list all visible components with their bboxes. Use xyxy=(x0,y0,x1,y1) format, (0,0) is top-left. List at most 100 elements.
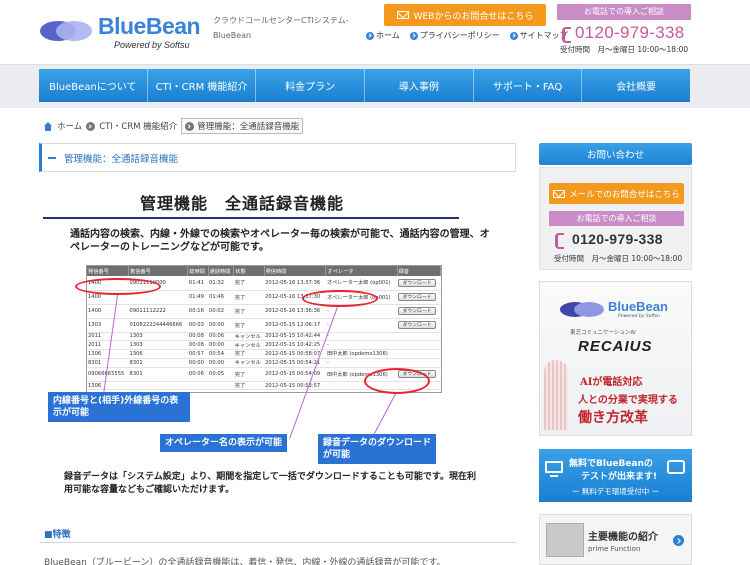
table-cell xyxy=(397,340,441,351)
table-cell: 0108222244446666 xyxy=(128,318,188,333)
table-cell: 00:16 xyxy=(187,304,209,319)
table-row: 8301 8301 00:00 00:00 キャンセル 2012-05-15 00:54:… xyxy=(87,358,441,368)
col-caller: 発信番号 xyxy=(87,266,130,276)
table-cell: ダウンロード xyxy=(397,318,441,333)
col-record: 録音 xyxy=(397,266,441,276)
download-button[interactable]: ダウンロード xyxy=(398,293,437,301)
table-cell xyxy=(397,332,441,342)
free-trial-banner[interactable]: 無料でBlueBeanの テストが出来ます! ー 無料デモ環境受付中 ー xyxy=(539,449,692,502)
minus-icon xyxy=(48,156,56,159)
breadcrumb: ホーム CTI・CRM 機能紹介 管理機能：全通話録音機能 xyxy=(43,118,304,134)
nav-about[interactable]: BlueBeanについて xyxy=(39,69,148,102)
sidebar-tel-number[interactable]: 0120-979-338 xyxy=(554,231,663,249)
table-cell: 完了 xyxy=(233,381,265,391)
function-thumbnail xyxy=(546,523,584,557)
tel-hours: 受付時間 月～金曜日 10:00～18:00 xyxy=(560,45,689,54)
sidebar-tel-digits: 0120-979-338 xyxy=(572,231,663,247)
table-cell: 完了 xyxy=(233,304,265,319)
features-text: BlueBean（ブルービーン）の全通話録音機能は、着信・発信、内線・外線の通話… xyxy=(44,558,446,565)
banner-recaius-name: RECAIUS xyxy=(578,338,653,355)
title-divider xyxy=(43,217,459,219)
arrow-circle-icon xyxy=(409,31,418,40)
link-home[interactable]: ホーム xyxy=(366,30,400,41)
web-contact-button[interactable]: WEBからのお問合せはこちら xyxy=(384,4,546,26)
chevron-right-icon xyxy=(86,121,96,131)
callout-download: 録音データのダウンロードが可能 xyxy=(318,434,436,464)
table-cell: ダウンロード xyxy=(397,290,441,305)
prime-function-banner[interactable]: 主要機能の紹介 prime Function xyxy=(539,514,692,565)
download-button[interactable]: ダウンロード xyxy=(398,307,437,315)
banner-bluebean-logo: BlueBean Powered by Softsu xyxy=(560,296,672,322)
banner-toshiba-label: 東芝コミュニケーションAI xyxy=(570,330,636,336)
section-title-features: ■特徴 xyxy=(44,530,71,540)
table-cell xyxy=(397,358,441,368)
computer-icon xyxy=(545,461,563,477)
col-operator: オペレータ xyxy=(325,266,398,276)
table-cell: 01:46 xyxy=(208,290,234,305)
header-tel-box: お電話での導入ご相談 0120-979-338 受付時間 月～金曜日 10:00… xyxy=(557,4,691,59)
tel-number[interactable]: 0120-979-338 xyxy=(557,23,691,43)
logo-mark-overlay xyxy=(56,21,92,41)
col-talk: 通話時間 xyxy=(208,266,235,276)
table-cell: 00:00 xyxy=(208,340,234,351)
phone-icon xyxy=(554,232,564,249)
nav-pricing[interactable]: 料金プラン xyxy=(256,69,366,102)
arrow-circle-icon xyxy=(509,31,518,40)
table-row: 1306 1306 00:57 00:54 完了 2012-05-15 00:58:07 田… xyxy=(87,349,441,359)
table-cell: 00:08 xyxy=(187,332,209,342)
table-cell xyxy=(187,381,209,391)
chevron-right-icon xyxy=(185,121,195,131)
table-cell: 00:00 xyxy=(187,358,209,368)
table-cell: 1306 xyxy=(87,381,129,391)
bluebean-logo[interactable]: BlueBean Powered by Softsu xyxy=(40,10,210,50)
table-cell: ダウンロード xyxy=(397,304,441,319)
nav-support[interactable]: サポート・FAQ xyxy=(474,69,583,102)
table-cell: - xyxy=(325,332,398,342)
sidebar-mail-label: メールでのお問合せはこちら xyxy=(569,189,680,200)
link-home-label: ホーム xyxy=(376,31,400,40)
table-cell: キャンセル xyxy=(233,340,265,351)
mail-icon xyxy=(396,11,409,19)
link-privacy[interactable]: プライバシーポリシー xyxy=(409,30,500,41)
table-cell: 00:54 xyxy=(208,349,234,359)
callout-operator-name: オペレーター名の表示が可能 xyxy=(160,434,288,452)
table-cell: 1306 xyxy=(128,349,188,359)
download-button[interactable]: ダウンロード xyxy=(398,321,437,329)
banner-logo-name: BlueBean xyxy=(608,299,668,314)
banner-line-2: 人との分業で実現する xyxy=(578,395,678,406)
table-cell: 2011 xyxy=(87,340,129,351)
breadcrumb-home[interactable]: ホーム xyxy=(57,120,82,132)
callout-extension-numbers: 内線番号と(相手)外線番号の表示が可能 xyxy=(48,392,190,422)
function-subtitle: prime Function xyxy=(588,545,641,553)
arrow-circle-icon xyxy=(366,31,374,40)
table-cell: 8301 xyxy=(128,358,188,368)
breadcrumb-current-label: 管理機能：全通話録音機能 xyxy=(197,122,300,132)
recaius-banner[interactable]: BlueBean Powered by Softsu 東芝コミュニケーションAI… xyxy=(539,281,692,436)
table-cell: 00:02 xyxy=(208,304,234,319)
table-cell: 00:00 xyxy=(208,358,234,368)
table-cell: 1303 xyxy=(128,340,188,351)
table-cell: 2012-05-15 10:42:44 xyxy=(264,332,326,342)
nav-features[interactable]: CTI・CRM 機能紹介 xyxy=(148,69,257,102)
table-cell: 01:32 xyxy=(208,276,234,291)
header-description: クラウドコールセンターCTIシステム-BlueBean xyxy=(213,16,349,40)
table-cell: 01:49 xyxy=(187,290,209,305)
table-cell: ダウンロード xyxy=(397,276,441,291)
nav-cases[interactable]: 導入事例 xyxy=(365,69,474,102)
table-row: 1400 09011112222 00:16 00:02 完了 2012-05-16 13… xyxy=(87,304,441,319)
sidebar-contact-box: メールでのお問合せはこちら お電話での導入ご相談 0120-979-338 受付… xyxy=(539,167,692,270)
table-cell: 2012-05-15 10:42:25 xyxy=(264,340,326,351)
phone-icon xyxy=(561,26,571,43)
download-button[interactable]: ダウンロード xyxy=(398,278,437,287)
table-cell: 1303 xyxy=(128,332,188,342)
logo-subtitle: Powered by Softsu xyxy=(114,40,190,50)
nav-company[interactable]: 会社概要 xyxy=(582,69,690,102)
trial-line-2: テストが出来ます! xyxy=(581,472,658,482)
page-title: 管理機能 全通話録音機能 xyxy=(140,194,345,213)
sidebar-mail-button[interactable]: メールでのお問合せはこちら xyxy=(549,183,684,204)
breadcrumb-parent[interactable]: CTI・CRM 機能紹介 xyxy=(99,120,177,132)
banner-logo-sub: Powered by Softsu xyxy=(618,314,660,319)
table-cell: - xyxy=(325,340,398,351)
table-cell: 2012-05-15 12:06:17 xyxy=(264,318,326,333)
page-heading: 管理機能：全通話録音機能 xyxy=(39,143,516,172)
